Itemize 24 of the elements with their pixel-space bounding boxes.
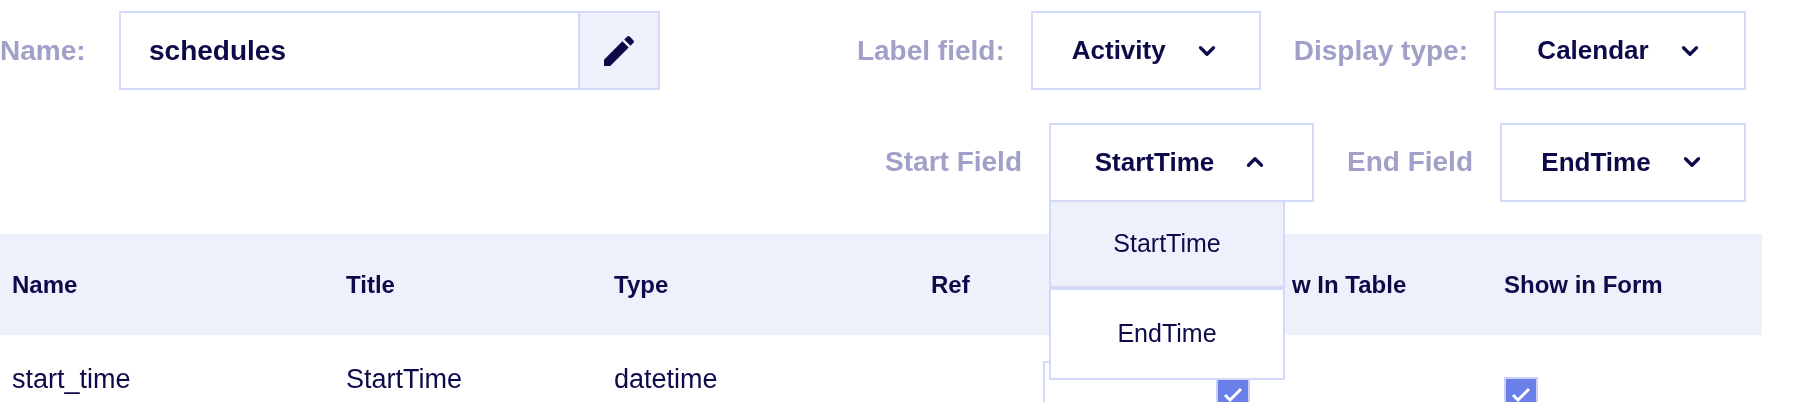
- edit-button[interactable]: [580, 11, 660, 90]
- field-label: Label field:: [856, 33, 1005, 68]
- field-label: Name:: [0, 34, 86, 66]
- dropdown-option[interactable]: StartTime: [1051, 201, 1283, 290]
- column-header: Name: [12, 269, 78, 300]
- dropdown-select[interactable]: StartTime: [1049, 122, 1314, 202]
- table-cell-text: start_time: [12, 363, 131, 395]
- check-icon: [1511, 386, 1531, 402]
- column-header: Show in Form: [1504, 269, 1663, 300]
- dropdown-select[interactable]: EndTime: [1500, 122, 1746, 202]
- column-header: Type: [614, 269, 669, 300]
- name-input-field[interactable]: schedules: [119, 11, 580, 90]
- column-header: w In Table: [1292, 269, 1407, 300]
- check-icon: [1223, 386, 1243, 402]
- table-cell-text: StartTime: [346, 363, 462, 395]
- table-cell-text: datetime: [614, 363, 718, 395]
- field-label: Start Field: [885, 145, 1022, 179]
- checkbox[interactable]: [1504, 377, 1538, 402]
- dropdown-select[interactable]: Activity: [1030, 11, 1261, 90]
- dropdown-select[interactable]: Calendar: [1494, 11, 1746, 90]
- field-label: End Field: [1347, 145, 1473, 179]
- column-header: Title: [346, 269, 395, 300]
- column-header: Ref: [931, 269, 970, 300]
- field-label: Display type:: [1293, 33, 1468, 68]
